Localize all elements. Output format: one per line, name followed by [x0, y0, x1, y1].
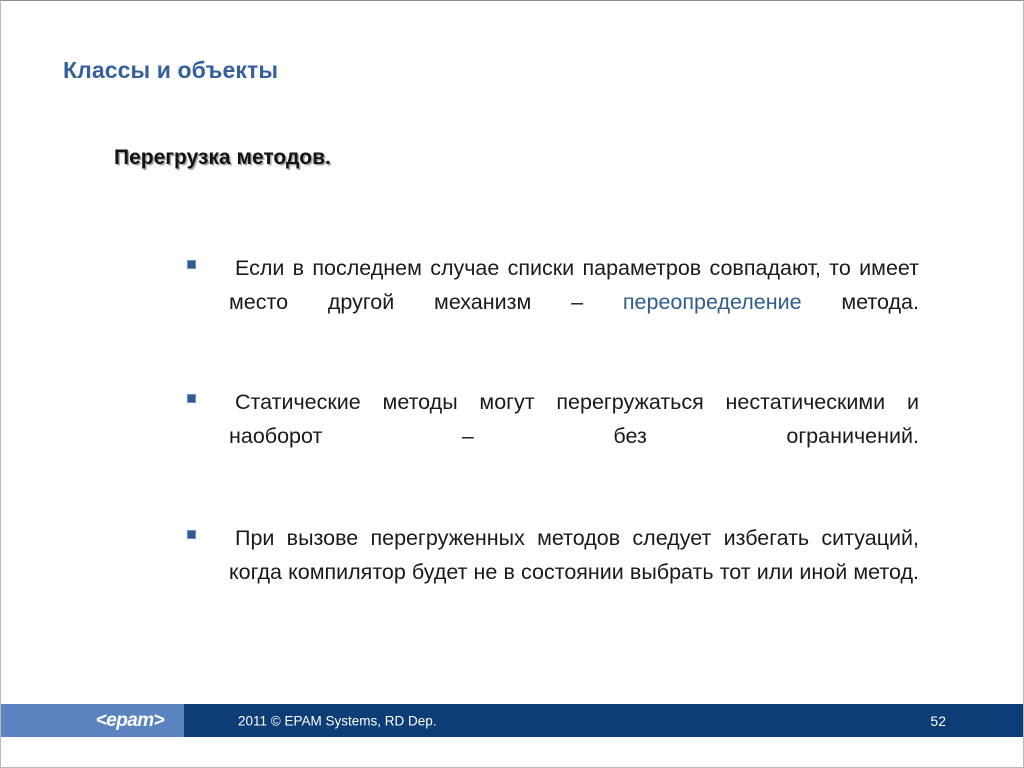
- page-number: 52: [930, 712, 946, 729]
- list-item-text: При вызове перегруженных методов следует…: [229, 521, 919, 623]
- footer-copyright: 2011 © EPAM Systems, RD Dep.: [238, 713, 437, 728]
- square-bullet-icon: [187, 394, 196, 403]
- list-item: Если в последнем случае списки параметро…: [187, 251, 919, 353]
- epam-logo: <epam>: [95, 709, 165, 731]
- list-item: Статические методы могут перегружаться н…: [187, 385, 919, 487]
- list-item-text-lead: При вызове перегруженных методов следует…: [229, 526, 919, 584]
- slide-footer: <epam> 2011 © EPAM Systems, RD Dep. 52: [1, 704, 1023, 737]
- list-item-highlight: переопределение: [622, 290, 802, 314]
- footer-bar: 2011 © EPAM Systems, RD Dep. 52: [184, 704, 1023, 737]
- bullet-list: Если в последнем случае списки параметро…: [187, 251, 919, 623]
- square-bullet-icon: [187, 260, 196, 269]
- list-item-text: Если в последнем случае списки параметро…: [229, 251, 919, 353]
- slide: Классы и объекты Перегрузка методов. Есл…: [0, 0, 1024, 768]
- section-subheading: Перегрузка методов.: [114, 146, 331, 169]
- list-item-text: Статические методы могут перегружаться н…: [229, 385, 919, 487]
- square-bullet-icon: [187, 530, 196, 539]
- list-item-text-lead: Статические методы могут перегружаться н…: [229, 390, 919, 448]
- list-item: При вызове перегруженных методов следует…: [187, 521, 919, 623]
- footer-logo-block: <epam>: [1, 704, 184, 737]
- list-item-text-tail: метода.: [801, 290, 919, 314]
- page-title: Классы и объекты: [63, 57, 279, 84]
